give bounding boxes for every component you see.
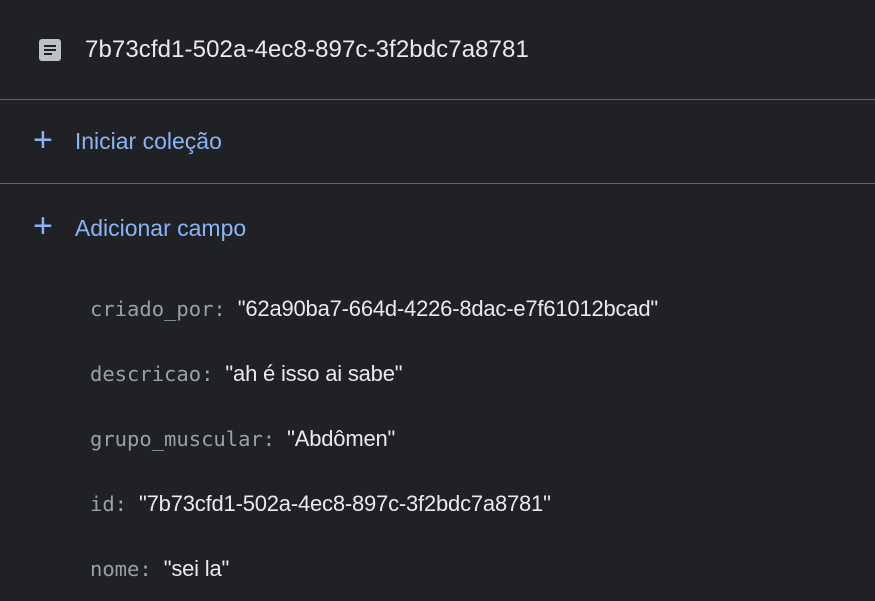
add-field-label: Adicionar campo — [74, 214, 247, 241]
document-panel: 7b73cfd1-502a-4ec8-897c-3f2bdc7a8781 + I… — [0, 0, 875, 585]
start-collection-label: Iniciar coleção — [74, 128, 222, 154]
field-value: "62a90ba7-664d-4226-8dac-e7f61012bcad" — [237, 295, 659, 321]
field-key: id: — [90, 491, 128, 516]
field-row-criado-por[interactable]: criado_por: "62a90ba7-664d-4226-8dac-e7f… — [90, 276, 658, 341]
field-row-grupo-muscular[interactable]: grupo_muscular: "Abdômen" — [90, 406, 658, 471]
start-collection-button[interactable]: + Iniciar coleção — [0, 100, 875, 184]
field-row-nome[interactable]: nome: "sei la" — [90, 536, 658, 601]
document-header: 7b73cfd1-502a-4ec8-897c-3f2bdc7a8781 — [0, 0, 875, 100]
field-value: "7b73cfd1-502a-4ec8-897c-3f2bdc7a8781" — [139, 490, 551, 516]
field-value: "ah é isso ai sabe" — [225, 360, 403, 386]
field-key: grupo_muscular: — [90, 426, 276, 451]
document-icon — [39, 38, 61, 61]
plus-icon: + — [33, 207, 53, 245]
field-list: criado_por: "62a90ba7-664d-4226-8dac-e7f… — [90, 276, 658, 601]
field-key: criado_por: — [90, 296, 226, 321]
field-row-descricao[interactable]: descricao: "ah é isso ai sabe" — [90, 341, 658, 406]
field-value: "Abdômen" — [287, 425, 396, 451]
plus-icon: + — [33, 120, 53, 159]
add-field-button[interactable]: + Adicionar campo — [0, 184, 875, 272]
field-key: descricao: — [90, 361, 214, 386]
document-id-title: 7b73cfd1-502a-4ec8-897c-3f2bdc7a8781 — [85, 35, 529, 63]
field-row-id[interactable]: id: "7b73cfd1-502a-4ec8-897c-3f2bdc7a878… — [90, 471, 658, 536]
field-key: nome: — [90, 556, 152, 581]
field-value: "sei la" — [163, 555, 230, 581]
